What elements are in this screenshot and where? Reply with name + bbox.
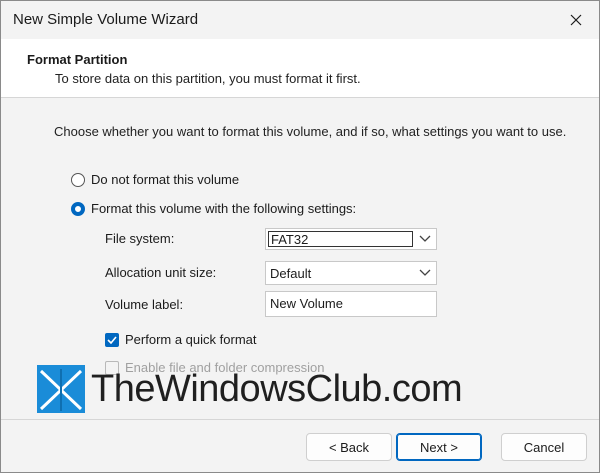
chevron-down-icon [414,235,436,243]
checkmark-icon [107,335,117,344]
volume-label-input[interactable]: New Volume [265,291,437,317]
quick-format-checkbox[interactable]: Perform a quick format [105,332,257,347]
file-system-value: FAT32 [268,231,413,247]
watermark: TheWindowsClub.com [37,365,463,413]
page-subtitle: To store data on this partition, you mus… [55,71,361,86]
quick-format-check-box[interactable] [105,332,119,347]
allocation-unit-label: Allocation unit size: [105,265,217,280]
header-panel: Format Partition To store data on this p… [1,39,599,98]
watermark-text: TheWindowsClub.com [91,367,463,410]
wizard-dialog: New Simple Volume Wizard Format Partitio… [0,0,600,473]
close-button[interactable] [553,1,599,39]
file-system-label: File system: [105,231,175,246]
close-icon [570,14,582,26]
radio-circle-do-not-format[interactable] [71,172,85,187]
allocation-unit-select[interactable]: Default [265,261,437,285]
footer-divider [1,419,599,420]
windows-logo-icon [37,365,85,413]
radio-do-not-format[interactable]: Do not format this volume [71,172,239,187]
radio-format-volume[interactable]: Format this volume with the following se… [71,201,356,216]
volume-label-label: Volume label: [105,297,184,312]
title-bar: New Simple Volume Wizard [1,1,599,39]
instructions-text: Choose whether you want to format this v… [54,124,567,139]
window-title: New Simple Volume Wizard [13,11,199,28]
back-button[interactable]: < Back [306,433,392,461]
file-system-select[interactable]: FAT32 [265,228,437,250]
next-button[interactable]: Next > [396,433,482,461]
quick-format-label: Perform a quick format [125,332,257,347]
allocation-unit-value: Default [270,265,312,281]
cancel-button[interactable]: Cancel [501,433,587,461]
chevron-down-icon [414,269,436,277]
page-title: Format Partition [27,52,128,67]
radio-circle-format-volume[interactable] [71,201,85,216]
radio-label-format-volume: Format this volume with the following se… [91,201,357,216]
radio-label-do-not-format: Do not format this volume [91,172,240,187]
